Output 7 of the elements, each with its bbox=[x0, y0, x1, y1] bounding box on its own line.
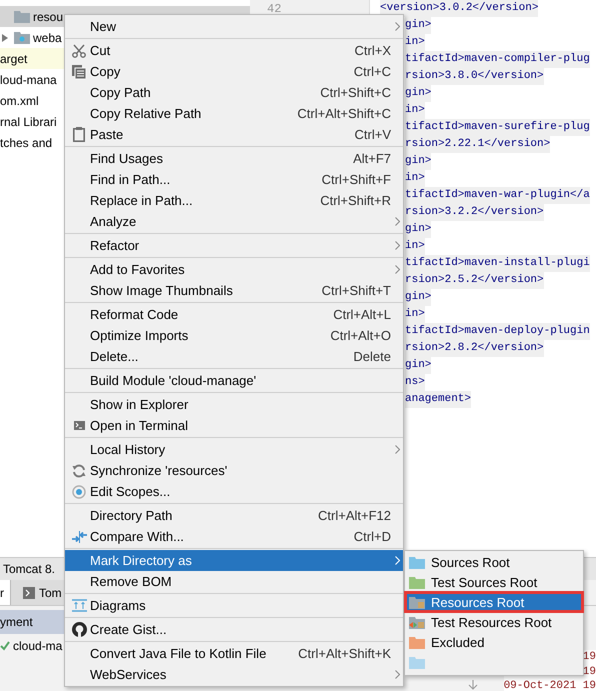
deployment-name: cloud-ma bbox=[13, 639, 62, 653]
panel-title: Tomcat 8. bbox=[3, 562, 56, 576]
log-timestamp: 19 bbox=[582, 665, 596, 680]
log-timestamp: 09-Oct-2021 19 bbox=[504, 680, 596, 691]
log-timestamp: 19 bbox=[582, 650, 596, 665]
line-number: 42 bbox=[267, 2, 282, 16]
column-header: yment bbox=[0, 615, 33, 629]
